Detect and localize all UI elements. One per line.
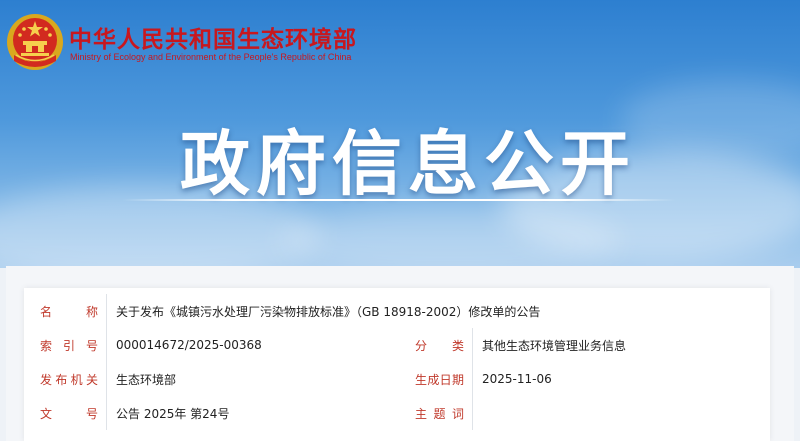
issuer-value: 生态环境部 <box>106 362 392 396</box>
index-number-label: 索 引 号 <box>40 338 98 353</box>
document-number-label: 文 号 <box>40 406 98 421</box>
name-label: 名 称 <box>40 304 98 319</box>
category-label: 分 类 <box>415 338 464 353</box>
category-value: 其他生态环境管理业务信息 <box>472 328 770 362</box>
name-value: 关于发布《城镇污水处理厂污染物排放标准》（GB 18918-2002）修改单的公… <box>106 294 770 328</box>
table-row: 发布机关 生态环境部 生成日期 2025-11-06 <box>24 362 770 396</box>
ministry-name-en[interactable]: Ministry of Ecology and Environment of t… <box>70 52 351 62</box>
issuer-label: 发布机关 <box>40 372 98 387</box>
table-row: 文 号 公告 2025年 第24号 主 题 词 <box>24 396 770 430</box>
table-row: 名 称 关于发布《城镇污水处理厂污染物排放标准》（GB 18918-2002）修… <box>24 294 770 328</box>
national-emblem-icon[interactable] <box>6 11 64 73</box>
metadata-table: 名 称 关于发布《城镇污水处理厂污染物排放标准》（GB 18918-2002）修… <box>24 294 770 430</box>
ministry-name-cn[interactable]: 中华人民共和国生态环境部 <box>69 20 357 54</box>
subject-value <box>472 396 770 430</box>
cloud-decoration <box>620 80 800 160</box>
subject-label: 主 题 词 <box>415 406 464 421</box>
title-underline <box>122 199 676 201</box>
index-number-value: 000014672/2025-00368 <box>106 328 392 362</box>
date-label: 生成日期 <box>415 372 464 387</box>
date-value: 2025-11-06 <box>472 362 770 396</box>
banner-title: 政府信息公开 <box>180 123 636 205</box>
document-number-value: 公告 2025年 第24号 <box>106 396 392 430</box>
table-row: 索 引 号 000014672/2025-00368 分 类 其他生态环境管理业… <box>24 328 770 362</box>
page-banner: 中华人民共和国生态环境部 Ministry of Ecology and Env… <box>0 0 800 268</box>
cloud-decoration <box>280 205 620 268</box>
